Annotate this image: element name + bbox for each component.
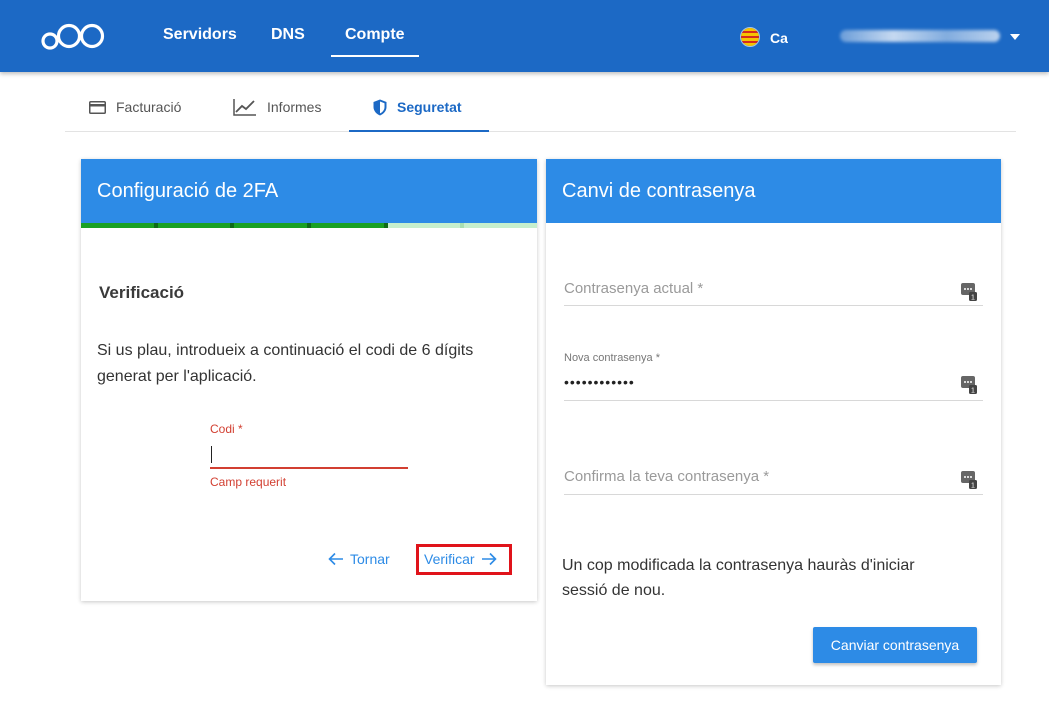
svg-text:1: 1: [971, 295, 975, 302]
new-password-value: ••••••••••••: [564, 374, 635, 390]
password-manager-icon[interactable]: 1: [961, 376, 977, 394]
tab-seguretat-label: Seguretat: [397, 99, 462, 115]
arrow-left-icon: [328, 552, 343, 566]
progress-segment: [81, 223, 154, 228]
new-password-label: Nova contrasenya *: [564, 352, 660, 364]
tab-active-indicator: [349, 130, 489, 132]
credit-card-icon: [89, 100, 106, 114]
text-cursor: [211, 446, 212, 463]
nav-servidors[interactable]: Servidors: [163, 26, 237, 44]
top-navbar: Servidors DNS Compte Ca: [0, 0, 1049, 72]
password-manager-icon[interactable]: 1: [961, 471, 977, 489]
twofa-progress-bar: [81, 223, 537, 228]
tab-informes-label: Informes: [267, 99, 322, 115]
chart-line-icon: [233, 99, 256, 116]
progress-segment: [234, 223, 307, 228]
progress-segment: [310, 223, 384, 228]
progress-segment: [464, 223, 537, 228]
nav-compte[interactable]: Compte: [345, 26, 405, 44]
current-password-field[interactable]: Contrasenya actual * 1: [564, 275, 983, 306]
verification-heading: Verificació: [99, 283, 185, 302]
tab-facturacio-label: Facturació: [116, 99, 182, 115]
verification-instructions: Si us plau, introdueix a continuació el …: [97, 342, 474, 385]
catalan-flag-icon[interactable]: [740, 27, 760, 47]
svg-text:1: 1: [971, 388, 975, 395]
back-button[interactable]: Tornar: [328, 551, 390, 567]
current-password-placeholder: Contrasenya actual *: [564, 280, 704, 297]
shield-icon: [373, 99, 387, 115]
svg-text:1: 1: [971, 483, 975, 490]
progress-segment: [387, 223, 461, 228]
chevron-down-icon[interactable]: [1010, 34, 1020, 40]
twofa-card: Configuració de 2FA Verificació Si us pl…: [81, 159, 537, 601]
back-button-label: Tornar: [350, 551, 390, 567]
code-input[interactable]: [210, 441, 408, 469]
password-card: Canvi de contrasenya Contrasenya actual …: [546, 159, 1001, 685]
progress-segment: [157, 223, 231, 228]
confirm-password-field[interactable]: Confirma la teva contrasenya * 1: [564, 463, 983, 495]
tab-facturacio[interactable]: Facturació: [89, 82, 181, 132]
code-field-error: Camp requerit: [210, 475, 287, 489]
twofa-title: Configuració de 2FA: [81, 159, 537, 223]
nav-active-indicator: [331, 55, 419, 57]
nav-dns[interactable]: DNS: [271, 26, 305, 44]
verify-button-highlight: [416, 544, 512, 575]
account-subtabs: Facturació Informes Seguretat: [65, 82, 1016, 132]
logo-icon[interactable]: [40, 18, 108, 54]
language-selector[interactable]: Ca: [770, 30, 788, 46]
password-change-note: Un cop modificada la contrasenya hauràs …: [562, 557, 915, 599]
code-field-label: Codi *: [210, 422, 243, 436]
password-title: Canvi de contrasenya: [546, 159, 1001, 223]
user-menu[interactable]: [840, 30, 1000, 42]
tab-seguretat[interactable]: Seguretat: [373, 82, 462, 132]
password-manager-icon[interactable]: 1: [961, 283, 977, 301]
change-password-button[interactable]: Canviar contrasenya: [813, 627, 977, 663]
tab-informes[interactable]: Informes: [233, 82, 321, 132]
new-password-field[interactable]: Nova contrasenya * •••••••••••• 1: [564, 349, 983, 401]
confirm-password-placeholder: Confirma la teva contrasenya *: [564, 468, 770, 485]
